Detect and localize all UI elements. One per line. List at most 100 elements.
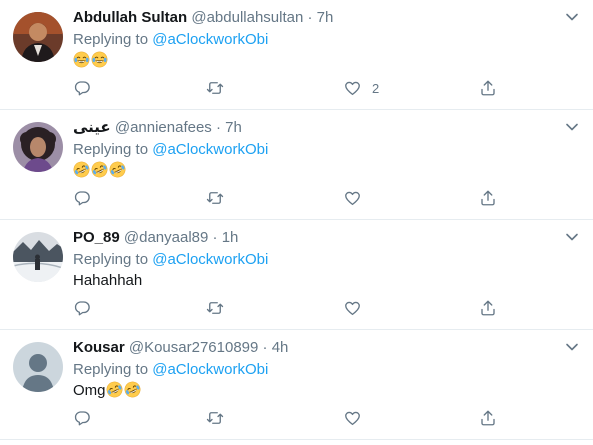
heart-icon <box>345 301 360 316</box>
user-handle[interactable]: @annienafees <box>115 119 212 136</box>
display-name[interactable]: Kousar <box>73 339 125 356</box>
tweet-actions <box>73 298 503 318</box>
retweet-icon <box>206 302 224 314</box>
tweet-item[interactable]: عينى @annienafees · 7h Replying to @aClo… <box>0 110 593 220</box>
share-button[interactable] <box>479 298 497 318</box>
retweet-icon <box>206 412 224 424</box>
retweet-button[interactable] <box>205 408 225 428</box>
emoji-group <box>73 161 127 179</box>
reply-icon <box>74 81 90 96</box>
reply-button[interactable] <box>73 298 91 318</box>
share-icon <box>481 410 495 426</box>
separator-dot: · <box>215 119 221 136</box>
replying-to: Replying to @aClockworkObi <box>73 250 268 269</box>
emoji-group <box>106 381 142 399</box>
reply-icon <box>74 191 90 206</box>
tweet-header: PO_89 @danyaal89 · 1h <box>73 228 238 247</box>
rofl-emoji-icon <box>91 161 108 178</box>
separator-dot: · <box>262 339 268 356</box>
replying-to-link[interactable]: @aClockworkObi <box>152 31 268 48</box>
share-button[interactable] <box>479 188 497 208</box>
tweet-text <box>73 161 127 181</box>
user-handle[interactable]: @Kousar27610899 <box>129 339 259 356</box>
avatar[interactable] <box>13 122 63 172</box>
timestamp[interactable]: 7h <box>317 9 334 26</box>
display-name[interactable]: PO_89 <box>73 229 120 246</box>
tweet-text-body: Omg <box>73 382 106 399</box>
like-button[interactable] <box>343 298 372 318</box>
replying-to: Replying to @aClockworkObi <box>73 360 268 379</box>
heart-icon <box>345 411 360 426</box>
replying-to-link[interactable]: @aClockworkObi <box>152 141 268 158</box>
replying-to-label: Replying to <box>73 361 153 378</box>
default-profile-avatar <box>13 342 63 392</box>
emoji-group <box>73 51 109 69</box>
share-icon <box>481 190 495 206</box>
heart-icon <box>345 81 360 96</box>
replying-to-link[interactable]: @aClockworkObi <box>152 251 268 268</box>
tweet-item[interactable]: Abdullah Sultan @abdullahsultan · 7h Rep… <box>0 0 593 110</box>
heart-icon <box>345 191 360 206</box>
replying-to: Replying to @aClockworkObi <box>73 30 268 49</box>
like-count: 2 <box>372 80 380 96</box>
timestamp[interactable]: 4h <box>272 339 289 356</box>
reply-button[interactable] <box>73 188 91 208</box>
rofl-emoji-icon <box>109 161 126 178</box>
tears-of-joy-emoji-icon <box>91 51 108 68</box>
retweet-icon <box>206 192 224 204</box>
reply-icon <box>74 411 90 426</box>
retweet-icon <box>206 82 224 94</box>
rofl-emoji-icon <box>106 381 122 398</box>
tweet-text: Omg <box>73 381 142 401</box>
replying-to: Replying to @aClockworkObi <box>73 140 268 159</box>
tweet-header: عينى @annienafees · 7h <box>73 118 242 137</box>
share-icon <box>481 80 495 96</box>
like-button[interactable] <box>343 408 372 428</box>
tweet-item[interactable]: PO_89 @danyaal89 · 1h Replying to @aCloc… <box>0 220 593 330</box>
separator-dot: · <box>212 229 218 246</box>
chevron-down-icon[interactable] <box>565 230 579 244</box>
tweet-header: Kousar @Kousar27610899 · 4h <box>73 338 288 357</box>
timestamp[interactable]: 7h <box>225 119 242 136</box>
reply-thread: Abdullah Sultan @abdullahsultan · 7h Rep… <box>0 0 593 445</box>
avatar[interactable] <box>13 12 63 62</box>
like-button[interactable]: 2 <box>343 78 379 98</box>
tears-of-joy-emoji-icon <box>73 51 90 68</box>
tweet-text: Hahahhah <box>73 271 142 291</box>
chevron-down-icon[interactable] <box>565 120 579 134</box>
reply-icon <box>74 301 90 316</box>
timestamp[interactable]: 1h <box>222 229 239 246</box>
tweet-text-body: Hahahhah <box>73 272 143 289</box>
tweet-header: Abdullah Sultan @abdullahsultan · 7h <box>73 8 333 27</box>
separator-dot: · <box>307 9 313 26</box>
tweet-actions <box>73 408 503 428</box>
replying-to-link[interactable]: @aClockworkObi <box>152 361 268 378</box>
replying-to-label: Replying to <box>73 141 153 158</box>
tweet-text <box>73 51 109 71</box>
retweet-button[interactable] <box>205 298 225 318</box>
rofl-emoji-icon <box>73 161 90 178</box>
share-button[interactable] <box>479 408 497 428</box>
retweet-button[interactable] <box>205 188 225 208</box>
user-handle[interactable]: @danyaal89 <box>124 229 208 246</box>
replying-to-label: Replying to <box>73 31 153 48</box>
display-name[interactable]: Abdullah Sultan <box>73 9 187 26</box>
share-button[interactable] <box>479 78 497 98</box>
chevron-down-icon[interactable] <box>565 340 579 354</box>
replying-to-label: Replying to <box>73 251 153 268</box>
avatar[interactable] <box>13 342 63 392</box>
avatar[interactable] <box>13 232 63 282</box>
tweet-actions <box>73 188 503 208</box>
like-button[interactable] <box>343 188 372 208</box>
retweet-button[interactable] <box>205 78 225 98</box>
rofl-emoji-icon <box>124 381 140 398</box>
display-name[interactable]: عينى <box>73 119 111 136</box>
reply-button[interactable] <box>73 78 91 98</box>
tweet-item[interactable]: Kousar @Kousar27610899 · 4h Replying to … <box>0 330 593 440</box>
reply-button[interactable] <box>73 408 91 428</box>
woman-curly-hair-avatar <box>13 122 63 172</box>
user-handle[interactable]: @abdullahsultan <box>191 9 303 26</box>
man-in-suit-avatar <box>13 12 63 62</box>
chevron-down-icon[interactable] <box>565 10 579 24</box>
share-icon <box>481 300 495 316</box>
